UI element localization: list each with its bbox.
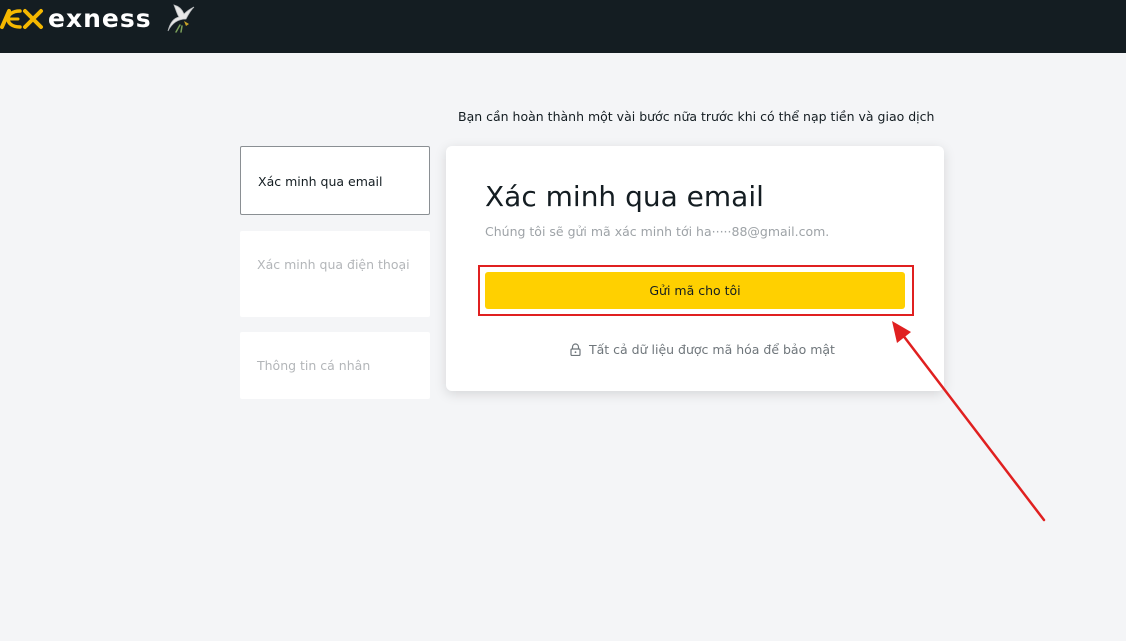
step-phone-verification: Xác minh qua điện thoại bbox=[240, 231, 430, 317]
step-label: Thông tin cá nhân bbox=[257, 358, 371, 373]
security-note: Tất cả dữ liệu được mã hóa để bảo mật bbox=[570, 342, 835, 357]
onboarding-notice: Bạn cần hoàn thành một vài bước nữa trướ… bbox=[458, 109, 935, 124]
brand-logo[interactable]: exness bbox=[0, 0, 198, 38]
exness-logo-icon bbox=[0, 9, 43, 29]
email-verification-card: Xác minh qua email Chúng tôi sẽ gửi mã x… bbox=[446, 146, 944, 391]
card-subtitle: Chúng tôi sẽ gửi mã xác minh tới ha·····… bbox=[485, 224, 830, 239]
step-label: Xác minh qua điện thoại bbox=[257, 257, 410, 272]
step-label: Xác minh qua email bbox=[258, 174, 383, 189]
lock-icon bbox=[570, 343, 581, 356]
top-header: exness bbox=[0, 0, 1126, 53]
card-title: Xác minh qua email bbox=[485, 180, 764, 213]
security-note-text: Tất cả dữ liệu được mã hóa để bảo mật bbox=[589, 342, 835, 357]
send-code-button[interactable]: Gửi mã cho tôi bbox=[485, 272, 905, 309]
step-email-verification[interactable]: Xác minh qua email bbox=[240, 146, 430, 215]
step-personal-info: Thông tin cá nhân bbox=[240, 332, 430, 399]
brand-name: exness bbox=[48, 4, 152, 33]
dove-icon bbox=[167, 4, 194, 33]
